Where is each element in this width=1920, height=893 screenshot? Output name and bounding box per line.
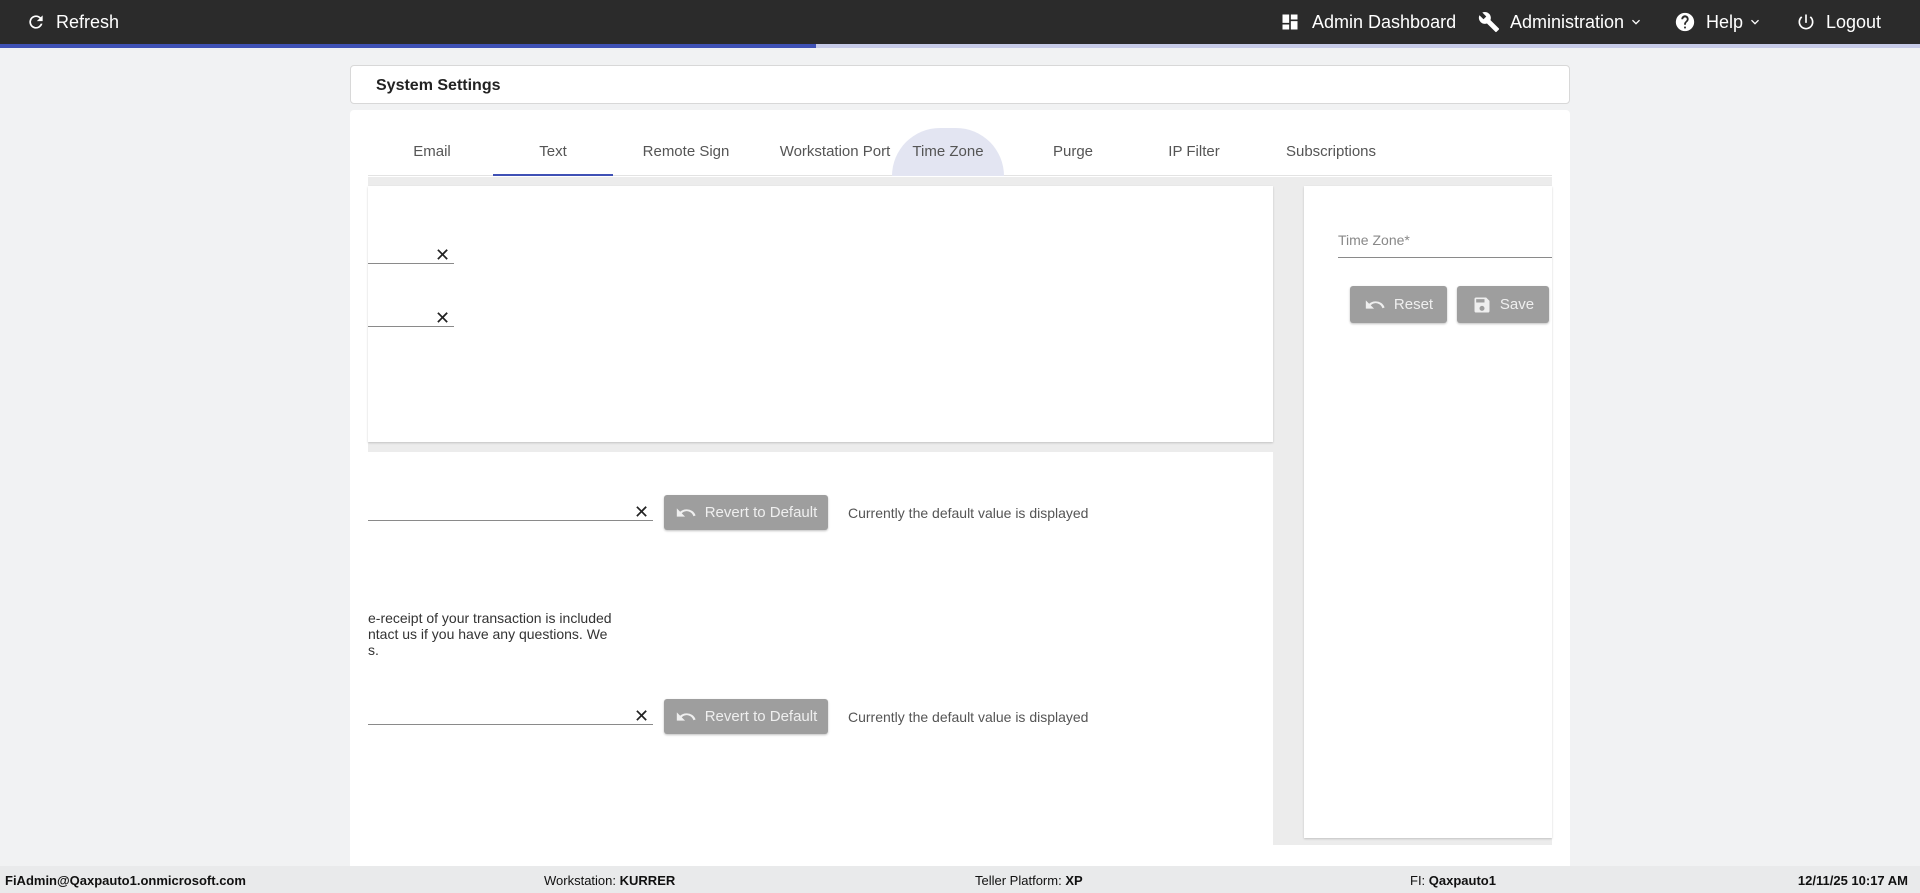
teller-platform-value: XP xyxy=(1065,873,1083,888)
tab-content: ✕ ✕ ✕ Revert to Default Currently the de… xyxy=(368,177,1552,845)
revert-to-default-label: Revert to Default xyxy=(704,708,818,725)
administration-label: Administration xyxy=(1510,11,1625,32)
text-settings-panel-top: ✕ ✕ xyxy=(368,186,1273,442)
wrench-icon xyxy=(1478,12,1500,33)
page-title-card: System Settings xyxy=(350,65,1570,104)
close-icon[interactable]: ✕ xyxy=(634,503,649,521)
logout-button[interactable]: Logout xyxy=(1796,0,1881,44)
footer-fi: FI: Qaxpauto1 xyxy=(1410,873,1496,888)
message-line-2: ntact us if you have any questions. We xyxy=(368,626,608,642)
save-icon xyxy=(1474,297,1490,312)
workstation-label: Workstation: xyxy=(544,873,617,888)
message-line-1: e-receipt of your transaction is include… xyxy=(368,610,612,626)
status-footer: FiAdmin@Qaxpauto1.onmicrosoft.com Workst… xyxy=(0,866,1920,893)
settings-tabs: Email Text Remote Sign Workstation Port … xyxy=(368,128,1552,176)
logout-label: Logout xyxy=(1826,11,1882,32)
fi-label: FI: xyxy=(1410,873,1426,888)
undo-icon xyxy=(676,507,696,517)
admin-dashboard-link[interactable]: Admin Dashboard xyxy=(1280,0,1456,44)
undo-icon xyxy=(676,711,696,721)
time-zone-panel: Time Zone* Reset Save xyxy=(1304,186,1552,838)
chevron-down-icon xyxy=(1751,19,1760,25)
settings-card: Email Text Remote Sign Workstation Port … xyxy=(350,110,1570,870)
text-field-4[interactable] xyxy=(368,701,653,725)
page-title: System Settings xyxy=(376,77,501,94)
administration-menu[interactable]: Administration xyxy=(1478,0,1644,44)
teller-platform-label: Teller Platform: xyxy=(975,873,1062,888)
dashboard-icon xyxy=(1282,14,1298,30)
footer-teller-platform: Teller Platform: XP xyxy=(975,873,1083,888)
loading-progress-bar xyxy=(0,44,1920,48)
revert-to-default-label: Revert to Default xyxy=(704,504,818,521)
text-field-3[interactable] xyxy=(368,497,653,521)
message-line-3: s. xyxy=(368,642,379,658)
footer-workstation: Workstation: KURRER xyxy=(544,873,675,888)
tab-workstation-port[interactable]: Workstation Port xyxy=(756,128,914,176)
help-menu[interactable]: Help xyxy=(1674,0,1763,44)
revert-to-default-button-2[interactable]: Revert to Default xyxy=(664,699,828,734)
refresh-button[interactable]: Refresh xyxy=(26,0,119,44)
progress-fill xyxy=(0,44,816,48)
chevron-down-icon xyxy=(1632,19,1641,25)
undo-icon xyxy=(1365,299,1385,309)
revert-to-default-button-1[interactable]: Revert to Default xyxy=(664,495,828,530)
save-button[interactable]: Save xyxy=(1457,286,1549,323)
text-settings-panel-bottom: ✕ Revert to Default Currently the defaul… xyxy=(368,452,1273,845)
tab-ip-filter[interactable]: IP Filter xyxy=(1134,128,1254,176)
close-icon[interactable]: ✕ xyxy=(435,246,450,264)
refrsh-icon xyxy=(29,15,43,29)
tab-subscriptions[interactable]: Subscriptions xyxy=(1258,128,1404,176)
reset-label: Reset xyxy=(1393,296,1434,313)
close-icon[interactable]: ✕ xyxy=(435,309,450,327)
refresh-label: Refresh xyxy=(56,11,120,32)
footer-user: FiAdmin@Qaxpauto1.onmicrosoft.com xyxy=(5,873,246,888)
tab-email[interactable]: Email xyxy=(380,128,484,176)
tab-remote-sign[interactable]: Remote Sign xyxy=(622,128,750,176)
power-icon xyxy=(1798,14,1814,30)
help-icon xyxy=(1675,12,1695,32)
message-preview: e-receipt of your transaction is include… xyxy=(368,610,612,658)
default-value-note-2: Currently the default value is displayed xyxy=(848,709,1089,725)
tab-text[interactable]: Text xyxy=(493,128,613,176)
time-zone-select[interactable]: Time Zone* xyxy=(1338,232,1552,258)
admin-dashboard-label: Admin Dashboard xyxy=(1312,11,1457,32)
tab-purge[interactable]: Purge xyxy=(1018,128,1128,176)
footer-datetime: 12/11/25 10:17 AM xyxy=(1797,873,1908,888)
time-zone-label: Time Zone* xyxy=(1338,232,1410,248)
default-value-note-1: Currently the default value is displayed xyxy=(848,505,1089,521)
workstation-value: KURRER xyxy=(619,873,676,888)
top-navigation-bar: Refresh Admin Dashboard Administration H… xyxy=(0,0,1920,44)
reset-button[interactable]: Reset xyxy=(1350,286,1447,323)
fi-value: Qaxpauto1 xyxy=(1428,873,1496,888)
save-label: Save xyxy=(1499,296,1535,313)
close-icon[interactable]: ✕ xyxy=(634,707,649,725)
help-label: Help xyxy=(1706,11,1744,32)
